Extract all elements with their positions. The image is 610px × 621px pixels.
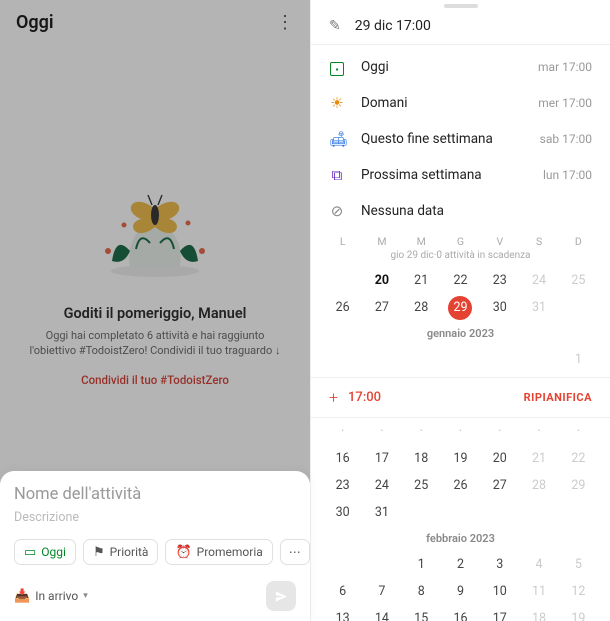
reminder-label: Promemoria [197,545,263,559]
inbox-icon: 📥 [14,589,30,604]
couch-icon: 🛋 [329,130,345,148]
option-no-date[interactable]: ⊘ Nessuna data [311,193,610,229]
calendar-row[interactable]: ······· [311,418,610,445]
calendar-row[interactable]: 13141516171819 [311,605,610,621]
sun-icon: ☀ [329,94,345,112]
calendar-sublabel: gio 29 dic·0 attività in scadenza [311,248,610,267]
more-chip[interactable]: ⋯ [280,539,310,565]
page-title: Oggi [16,12,54,33]
calendar-icon: ▭ [24,546,36,559]
current-date-text: 29 dic 17:00 [355,18,431,34]
month-label-feb: febbraio 2023 [311,526,610,551]
add-time-button[interactable]: + 17:00 [329,388,381,407]
no-date-icon: ⊘ [329,202,345,220]
priority-label: Priorità [110,545,149,559]
scheduler-panel: ✎ 29 dic 17:00 ▪ Oggi mar 17:00 ☀ Domani… [310,0,610,621]
calendar-row[interactable]: 6789101112 [311,578,610,605]
option-weekend[interactable]: 🛋 Questo fine settimana sab 17:00 [311,121,610,157]
day-of-week-header: LMMGVSD [311,229,610,248]
plus-icon: + [329,388,338,407]
calendar-row[interactable]: 1 [311,346,610,373]
project-selector[interactable]: 📥 In arrivo ▾ [14,589,88,604]
due-date-label: Oggi [41,545,66,559]
drag-handle[interactable] [444,4,478,8]
alarm-icon: ⏰ [175,546,191,559]
calendar-row[interactable]: 3031 [311,499,610,526]
selected-day: 29 [441,294,480,321]
calendar-row[interactable]: 16171819202122 [311,445,610,472]
submit-button[interactable] [266,581,296,611]
date-edit-row[interactable]: ✎ 29 dic 17:00 [311,10,610,44]
calendar-row[interactable]: 20 21 22 23 24 25 [311,267,610,294]
option-next-week[interactable]: ⧉ Prossima settimana lun 17:00 [311,157,610,193]
zero-illustration [90,165,220,295]
task-desc-input[interactable]: Descrizione [14,510,296,525]
option-today[interactable]: ▪ Oggi mar 17:00 [311,49,610,86]
today-icon: ▪ [329,58,345,77]
calendar-row[interactable]: 23242526272829 [311,472,610,499]
project-label: In arrivo [35,589,78,603]
priority-chip[interactable]: ⚑ Priorità [83,539,159,565]
share-link[interactable]: Condividi il tuo #TodoistZero [81,373,229,387]
next-week-icon: ⧉ [329,166,345,184]
month-label-jan: gennaio 2023 [311,321,610,346]
due-date-chip[interactable]: ▭ Oggi [14,539,76,565]
calendar-row[interactable]: 26 27 28 29 30 31 [311,294,610,321]
task-name-input[interactable]: Nome dell'attività [14,485,296,504]
flag-icon: ⚑ [93,546,105,559]
calendar-row[interactable]: 12345 [311,551,610,578]
reminder-chip[interactable]: ⏰ Promemoria [165,539,272,565]
task-composer: Nome dell'attività Descrizione ▭ Oggi ⚑ … [0,471,310,621]
more-menu-icon[interactable]: ⋮ [276,12,294,33]
chevron-down-icon: ▾ [83,591,88,601]
greeting-subtext: Oggi hai completato 6 attività e hai rag… [0,328,310,359]
pencil-icon: ✎ [329,18,341,34]
ellipsis-icon: ⋯ [289,545,301,559]
greeting-text: Goditi il pomeriggio, Manuel [64,305,247,322]
option-tomorrow[interactable]: ☀ Domani mer 17:00 [311,85,610,121]
reschedule-button[interactable]: RIPIANIFICA [524,391,592,404]
